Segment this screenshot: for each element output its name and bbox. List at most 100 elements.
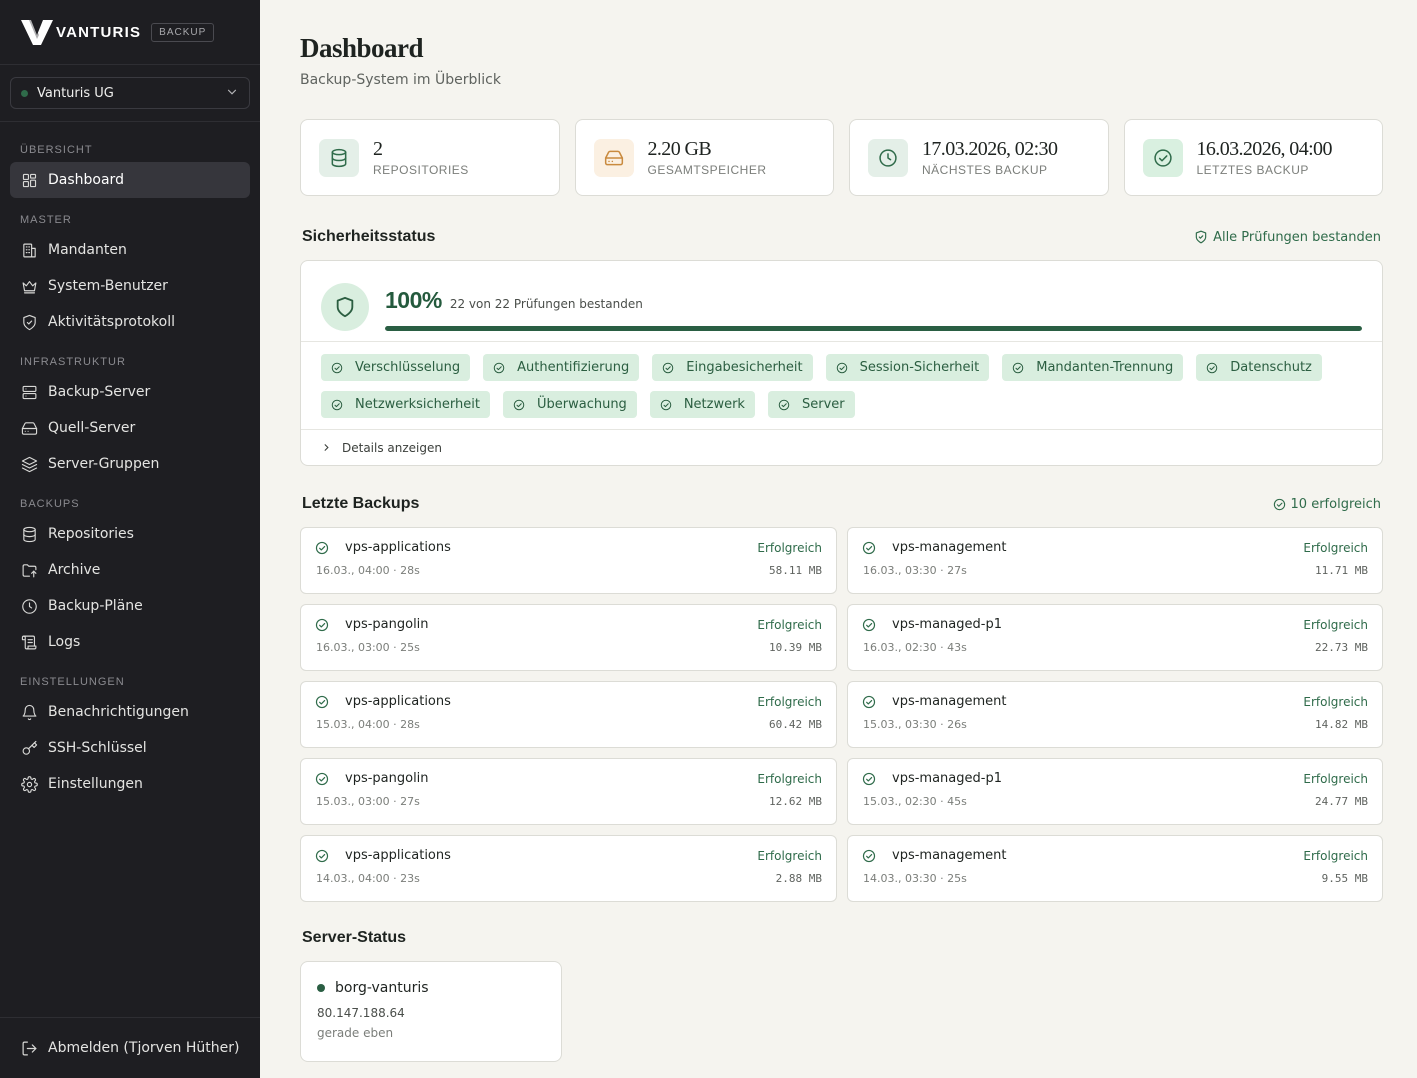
backup-item[interactable]: vps-managed-p1 Erfolgreich 15.03., 02:30 ·… <box>847 758 1383 825</box>
backup-item[interactable]: vps-management Erfolgreich 15.03., 03:30 ·… <box>847 681 1383 748</box>
layers-icon <box>20 455 38 473</box>
check-chip-label: Netzwerksicherheit <box>355 397 480 412</box>
backup-item[interactable]: vps-applications Erfolgreich 14.03., 04:00… <box>300 835 837 902</box>
sidebar-nav: ÜBERSICHT Dashboard MASTER Mandanten System-… <box>0 122 260 802</box>
sidebar-item-quell-server[interactable]: Quell-Server <box>10 410 250 446</box>
check-chip-label: Authentifizierung <box>517 360 630 375</box>
check-circle-icon <box>315 618 337 632</box>
sidebar-item-backup-plaene[interactable]: Backup-Pläne <box>10 588 250 624</box>
backup-item[interactable]: vps-pangolin Erfolgreich 16.03., 03:00 · 2… <box>300 604 837 671</box>
backup-item[interactable]: vps-applications Erfolgreich 15.03., 04:00… <box>300 681 837 748</box>
check-chip-label: Mandanten-Trennung <box>1036 360 1174 375</box>
backup-status: Erfolgreich <box>1303 617 1368 632</box>
stat-card-naechstes-backup: 17.03.2026, 02:30 NÄCHSTES BACKUP <box>849 119 1109 196</box>
backup-size: 10.39 MB <box>769 641 822 654</box>
hard-drive-icon <box>593 138 634 177</box>
backup-size: 9.55 MB <box>1321 872 1368 885</box>
sidebar-item-label: Backup-Pläne <box>48 598 143 614</box>
server-status-dot <box>317 984 325 992</box>
logout-button[interactable]: Abmelden (Tjorven Hüther) <box>10 1030 250 1066</box>
nav-section-einstellungen: EINSTELLUNGEN Benachrichtigungen SSH-Schlü… <box>0 670 260 802</box>
backup-item[interactable]: vps-pangolin Erfolgreich 15.03., 03:00 · 2… <box>300 758 837 825</box>
check-circle-icon <box>1012 362 1030 374</box>
server-status-title: Server-Status <box>302 929 407 946</box>
check-chip-mandanten-trennung: Mandanten-Trennung <box>1002 354 1184 381</box>
backup-meta: 14.03., 04:00 · 23s <box>316 872 420 885</box>
details-label: Details anzeigen <box>342 440 442 455</box>
backup-item[interactable]: vps-applications Erfolgreich 16.03., 04:00… <box>300 527 837 594</box>
backup-meta: 15.03., 03:00 · 27s <box>316 795 420 808</box>
sidebar-item-benachrichtigungen[interactable]: Benachrichtigungen <box>10 694 250 730</box>
nav-section-title: MASTER <box>20 214 72 226</box>
details-toggle[interactable]: Details anzeigen <box>301 429 1382 465</box>
clock-icon <box>868 138 908 177</box>
database-icon <box>319 138 359 177</box>
backup-status: Erfolgreich <box>1303 540 1368 555</box>
security-progress-bar <box>385 326 1362 331</box>
sidebar-item-label: Dashboard <box>48 172 124 188</box>
sidebar-item-mandanten[interactable]: Mandanten <box>10 232 250 268</box>
sidebar-item-logs[interactable]: Logs <box>10 624 250 660</box>
nav-section-master: MASTER Mandanten System-Benutzer Aktivitäts… <box>0 208 260 340</box>
backup-name: vps-applications <box>345 540 451 555</box>
check-circle-icon <box>778 399 796 411</box>
sidebar-item-server-gruppen[interactable]: Server-Gruppen <box>10 446 250 482</box>
crown-icon <box>20 277 38 295</box>
gear-icon <box>20 775 38 793</box>
stat-label: NÄCHSTES BACKUP <box>922 163 1048 177</box>
sidebar-item-backup-server[interactable]: Backup-Server <box>10 374 250 410</box>
check-chip-session-sicherheit: Session-Sicherheit <box>825 354 990 381</box>
check-chip-label: Verschlüsselung <box>355 360 461 375</box>
check-circle-icon <box>660 399 678 411</box>
security-status: Alle Prüfungen bestanden <box>1194 230 1381 245</box>
sidebar-item-label: Logs <box>48 634 81 650</box>
backups-grid: vps-applications Erfolgreich 16.03., 04:00… <box>300 527 1383 902</box>
check-chip-label: Datenschutz <box>1230 360 1312 375</box>
sidebar-item-archive[interactable]: Archive <box>10 552 250 588</box>
check-chip-netzwerksicherheit: Netzwerksicherheit <box>321 391 490 418</box>
brand[interactable]: VANTURIS BACKUP <box>0 0 260 64</box>
sidebar: VANTURIS BACKUP Vanturis UG ÜBERSICHT Das… <box>0 0 260 1078</box>
backup-item[interactable]: vps-management Erfolgreich 16.03., 03:30 ·… <box>847 527 1383 594</box>
backup-status: Erfolgreich <box>1303 848 1368 863</box>
sidebar-item-repositories[interactable]: Repositories <box>10 516 250 552</box>
stat-label: GESAMTSPEICHER <box>647 163 767 177</box>
tenant-selector[interactable]: Vanturis UG <box>10 77 250 109</box>
sidebar-item-einstellungen[interactable]: Einstellungen <box>10 766 250 802</box>
vanturis-logo-icon <box>20 17 54 47</box>
sidebar-item-aktivitaetsprotokoll[interactable]: Aktivitätsprotokoll <box>10 304 250 340</box>
check-circle-icon <box>1206 362 1224 374</box>
nav-section-title: BACKUPS <box>20 498 80 510</box>
server-card[interactable]: borg-vanturis 80.147.188.64 gerade eben <box>300 961 562 1062</box>
chevron-down-icon <box>225 84 239 103</box>
check-chip-label: Eingabesicherheit <box>686 360 803 375</box>
check-circle-icon <box>513 399 531 411</box>
backup-meta: 16.03., 03:00 · 25s <box>316 641 420 654</box>
check-circle-icon <box>315 772 337 786</box>
backup-size: 11.71 MB <box>1315 564 1368 577</box>
backup-size: 14.82 MB <box>1315 718 1368 731</box>
check-circle-icon <box>493 362 511 374</box>
check-chip-label: Überwachung <box>536 397 627 412</box>
database-icon <box>20 525 38 543</box>
backup-item[interactable]: vps-managed-p1 Erfolgreich 16.03., 02:30 ·… <box>847 604 1383 671</box>
backup-size: 2.88 MB <box>775 872 822 885</box>
stat-label: REPOSITORIES <box>373 163 469 177</box>
sidebar-item-dashboard[interactable]: Dashboard <box>10 162 250 198</box>
check-chip-label: Netzwerk <box>683 397 745 412</box>
backup-meta: 15.03., 04:00 · 28s <box>316 718 420 731</box>
nav-section-infrastruktur: INFRASTRUKTUR Backup-Server Quell-Server Se… <box>0 350 260 482</box>
check-circle-icon <box>1142 138 1183 177</box>
logout-label: Abmelden (Tjorven Hüther) <box>48 1040 240 1056</box>
nav-section-title: EINSTELLUNGEN <box>20 676 125 688</box>
sidebar-item-system-benutzer[interactable]: System-Benutzer <box>10 268 250 304</box>
backup-meta: 16.03., 04:00 · 28s <box>316 564 420 577</box>
stat-value: 16.03.2026, 04:00 <box>1196 138 1333 160</box>
security-title: Sicherheitsstatus <box>302 228 436 245</box>
backup-status: Erfolgreich <box>757 771 822 786</box>
chevron-right-icon <box>324 444 329 451</box>
backup-item[interactable]: vps-management Erfolgreich 14.03., 03:30 ·… <box>847 835 1383 902</box>
backup-status: Erfolgreich <box>757 848 822 863</box>
sidebar-item-ssh-schluessel[interactable]: SSH-Schlüssel <box>10 730 250 766</box>
building-icon <box>20 241 38 259</box>
